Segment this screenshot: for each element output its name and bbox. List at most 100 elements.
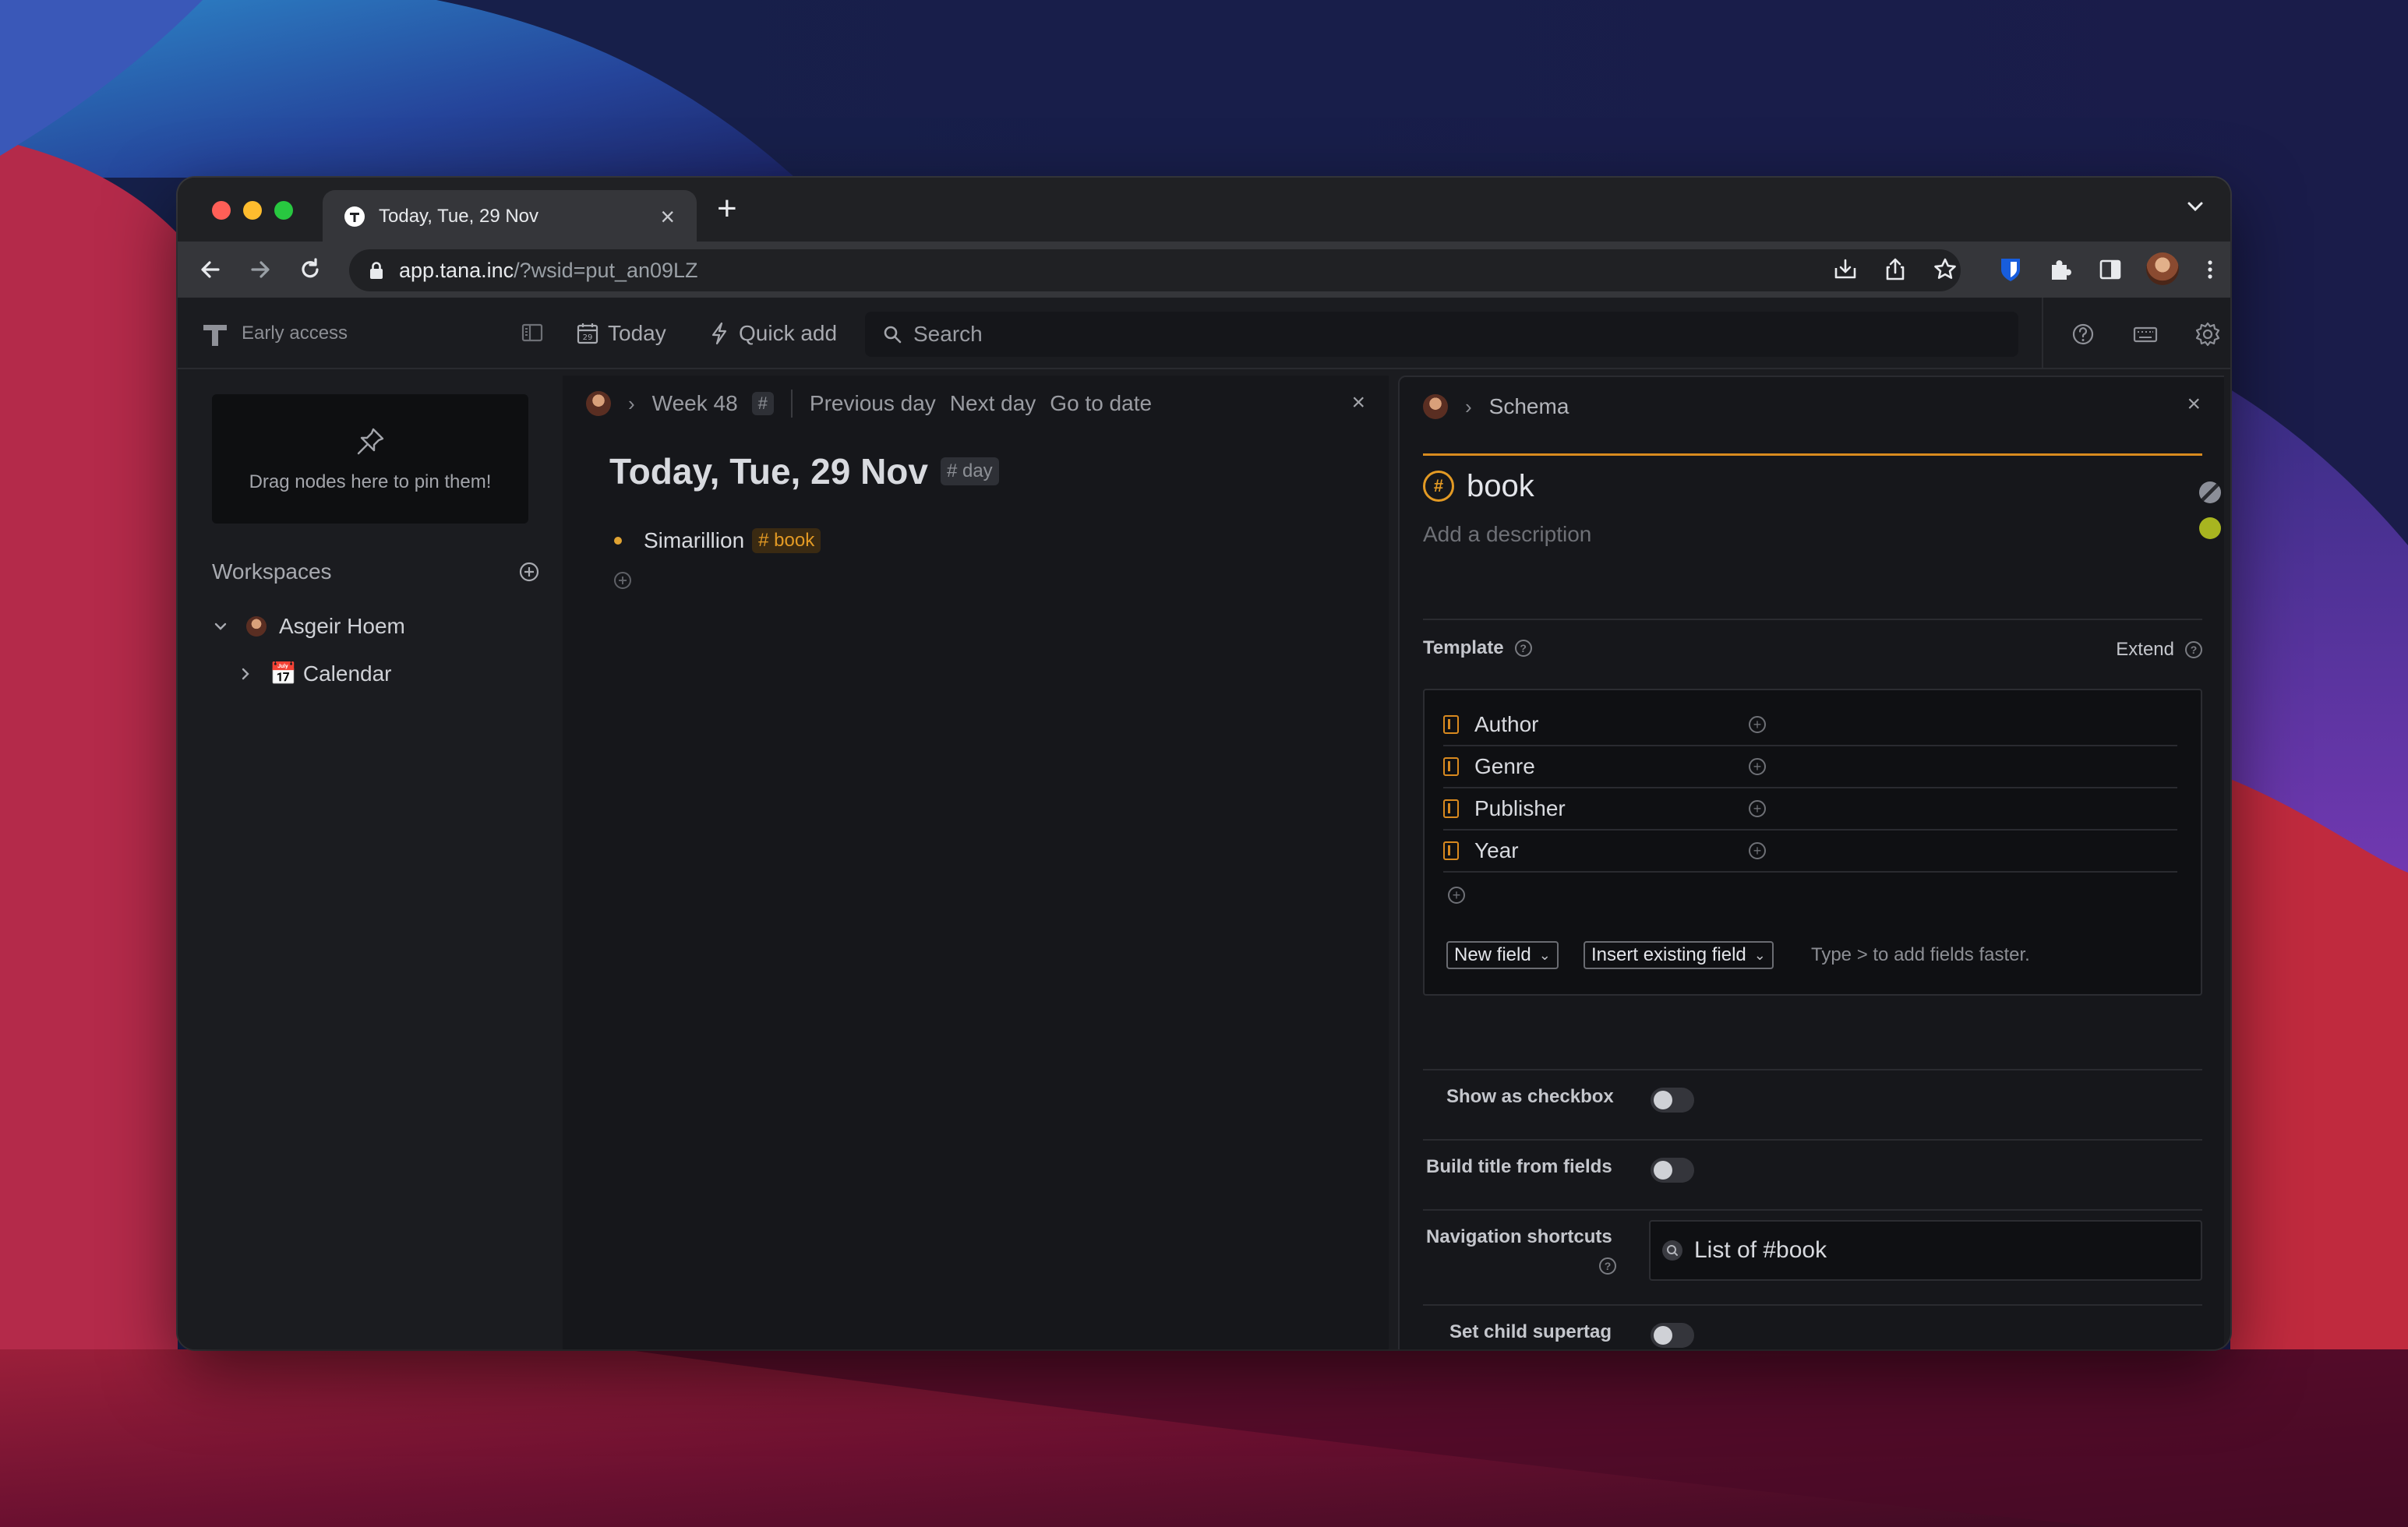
page-title: Today, Tue, 29 Nov # day [609, 450, 999, 492]
add-value-icon[interactable]: + [1749, 842, 1766, 859]
bitwarden-icon[interactable] [1997, 256, 2025, 284]
extend-button[interactable]: Extend ? [2116, 639, 2202, 661]
day-panel: › Week 48 # Previous day Next day Go to … [563, 376, 1389, 1349]
install-app-icon[interactable] [1831, 256, 1859, 284]
forward-icon[interactable] [246, 256, 274, 284]
sidebar-toggle-icon[interactable] [521, 321, 544, 344]
field-name[interactable]: Genre [1474, 754, 1749, 779]
color-swatch[interactable] [2199, 517, 2221, 539]
tana-logo-icon[interactable] [199, 318, 231, 349]
child-supertag-toggle[interactable] [1651, 1323, 1694, 1348]
field-row[interactable]: Author + [1443, 704, 2177, 746]
breadcrumb-avatar[interactable] [1423, 394, 1448, 419]
minimize-window-button[interactable] [243, 201, 262, 220]
extensions-puzzle-icon[interactable] [2046, 256, 2074, 284]
add-field-icon[interactable]: + [1448, 887, 1465, 904]
extend-help-icon[interactable]: ? [2185, 641, 2202, 658]
field-row[interactable]: Publisher + [1443, 788, 2177, 831]
node-bullet[interactable] [614, 537, 622, 545]
new-field-dropdown[interactable]: New field ⌄ [1446, 941, 1559, 969]
supertag-hash-icon[interactable]: # [1423, 471, 1454, 502]
browser-menu-icon[interactable] [2196, 256, 2224, 284]
settings-gear-icon[interactable] [2194, 321, 2221, 347]
keyboard-icon[interactable] [2132, 321, 2159, 347]
quick-add-button[interactable]: Quick add [708, 316, 837, 351]
calendar-item[interactable]: 📅 Calendar [237, 661, 392, 686]
workspaces-title: Workspaces [212, 559, 332, 584]
close-window-button[interactable] [212, 201, 231, 220]
add-value-icon[interactable]: + [1749, 758, 1766, 775]
previous-day-link[interactable]: Previous day [810, 391, 936, 416]
close-schema-panel-icon[interactable]: × [2187, 391, 2201, 418]
nav-shortcuts-label: Navigation shortcuts [1426, 1226, 1612, 1247]
tab-search-chevron-icon[interactable] [2184, 195, 2207, 218]
pin-dropzone[interactable]: Drag nodes here to pin them! [212, 394, 528, 524]
chevron-down-icon: ⌄ [1538, 947, 1551, 963]
address-bar[interactable]: app.tana.inc/?wsid=put_an09LZ [349, 249, 1961, 291]
workspace-name: Asgeir Hoem [279, 614, 405, 638]
schema-crumb-link[interactable]: Schema [1489, 394, 1569, 419]
browser-tab[interactable]: Today, Tue, 29 Nov × [323, 190, 697, 243]
maximize-window-button[interactable] [274, 201, 293, 220]
show-checkbox-toggle[interactable] [1651, 1088, 1694, 1113]
workspace-item[interactable]: Asgeir Hoem [212, 614, 405, 639]
close-panel-icon[interactable]: × [1351, 390, 1365, 416]
profile-avatar[interactable] [2146, 252, 2179, 285]
field-name[interactable]: Author [1474, 712, 1749, 737]
book-supertag[interactable]: # book [752, 528, 821, 553]
nav-shortcut-field[interactable]: List of #book [1649, 1220, 2202, 1281]
tab-close-icon[interactable]: × [660, 204, 675, 229]
today-button[interactable]: 29 Today [575, 316, 666, 351]
sidebar: Drag nodes here to pin them! Workspaces … [178, 369, 563, 1349]
search-icon [884, 326, 902, 344]
add-node-icon[interactable] [613, 570, 633, 591]
node-text[interactable]: Simarillion [644, 528, 744, 553]
field-name[interactable]: Year [1474, 838, 1749, 863]
field-row[interactable]: Genre + [1443, 746, 2177, 788]
node-item[interactable]: Simarillion # book [614, 528, 821, 553]
extend-label-text: Extend [2116, 639, 2174, 660]
chevron-down-icon[interactable] [212, 618, 229, 635]
template-help-icon[interactable]: ? [1514, 640, 1532, 657]
schema-panel: › Schema × # book Add a description Temp… [1398, 376, 2224, 1349]
nav-shortcut-value[interactable]: List of #book [1694, 1237, 1827, 1264]
back-icon[interactable] [196, 256, 224, 284]
build-title-toggle[interactable] [1651, 1158, 1694, 1183]
go-to-date-link[interactable]: Go to date [1050, 391, 1152, 416]
day-title-text[interactable]: Today, Tue, 29 Nov [609, 450, 928, 492]
child-supertag-label: Set child supertag [1449, 1321, 1612, 1342]
insert-existing-field-dropdown[interactable]: Insert existing field ⌄ [1584, 941, 1774, 969]
week-link[interactable]: Week 48 [652, 391, 738, 416]
bookmark-star-icon[interactable] [1931, 256, 1959, 284]
reload-icon[interactable] [296, 256, 324, 284]
pin-icon [357, 428, 384, 455]
add-workspace-icon[interactable] [517, 560, 541, 584]
schema-name[interactable]: book [1467, 469, 1534, 504]
build-title-label: Build title from fields [1426, 1156, 1612, 1177]
day-supertag[interactable]: # day [940, 457, 999, 485]
nav-shortcuts-help-icon[interactable]: ? [1599, 1257, 1616, 1275]
chevron-right-icon[interactable] [237, 665, 254, 682]
template-hint: Type > to add fields faster. [1811, 944, 2030, 965]
section-divider [1423, 1209, 2202, 1211]
side-panel-icon[interactable] [2096, 256, 2124, 284]
field-row[interactable]: Year + [1443, 831, 2177, 873]
add-value-icon[interactable]: + [1749, 800, 1766, 817]
help-icon[interactable] [2070, 321, 2096, 347]
next-day-link[interactable]: Next day [950, 391, 1036, 416]
search-input[interactable]: Search [865, 312, 2018, 357]
no-color-swatch[interactable] [2199, 481, 2221, 503]
tana-favicon-icon [344, 206, 365, 227]
field-name[interactable]: Publisher [1474, 796, 1749, 821]
breadcrumb-avatar[interactable] [586, 391, 611, 416]
field-icon [1443, 841, 1459, 860]
template-label-text: Template [1423, 637, 1504, 658]
new-tab-button[interactable]: + [717, 192, 737, 226]
schema-breadcrumb: › Schema [1423, 386, 1569, 427]
description-field[interactable]: Add a description [1423, 522, 1591, 547]
week-tag[interactable]: # [751, 392, 774, 415]
lock-icon[interactable] [369, 261, 383, 280]
add-value-icon[interactable]: + [1749, 716, 1766, 733]
share-icon[interactable] [1881, 256, 1909, 284]
template-fields-box: Author + Genre + Publisher + Year + + Ne… [1423, 689, 2202, 996]
